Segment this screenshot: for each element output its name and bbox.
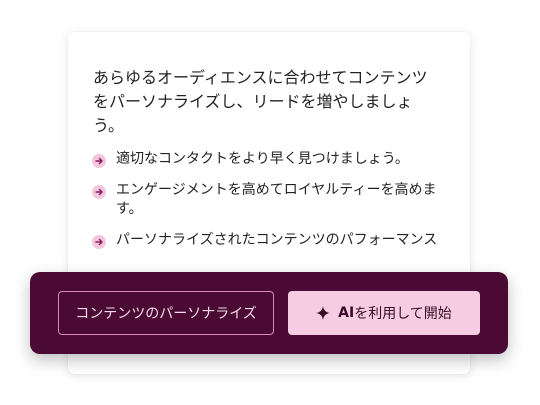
list-item: 適切なコンタクトをより早く見つけましょう。 (92, 150, 442, 169)
list-item-text: 適切なコンタクトをより早く見つけましょう。 (116, 151, 409, 167)
personalize-content-button[interactable]: コンテンツのパーソナライズ (58, 291, 274, 335)
arrow-right-icon (92, 185, 106, 199)
list-item: エンゲージメントを高めてロイヤルティーを高めます。 (92, 181, 442, 219)
list-item-text: パーソナライズされたコンテンツのパフォーマンス (116, 232, 438, 248)
list-item: パーソナライズされたコンテンツのパフォーマンス (92, 231, 442, 250)
start-with-ai-button[interactable]: AI を利用して開始 (288, 291, 480, 335)
sparkle-icon (316, 306, 331, 320)
action-bar: コンテンツのパーソナライズ AI を利用して開始 (30, 272, 508, 354)
arrow-right-icon (92, 235, 106, 249)
list-item-text: エンゲージメントを高めてロイヤルティーを高めます。 (116, 182, 437, 217)
intro-text: あらゆるオーディエンスに合わせてコンテンツをパーソナライズし、リードを増やしまし… (93, 68, 428, 135)
ai-label: AI (338, 305, 355, 321)
start-label: を利用して開始 (354, 306, 452, 322)
benefit-list: 適切なコンタクトをより早く見つけましょう。 エンゲージメントを高めてロイヤルティ… (92, 150, 442, 262)
arrow-right-icon (92, 154, 106, 168)
